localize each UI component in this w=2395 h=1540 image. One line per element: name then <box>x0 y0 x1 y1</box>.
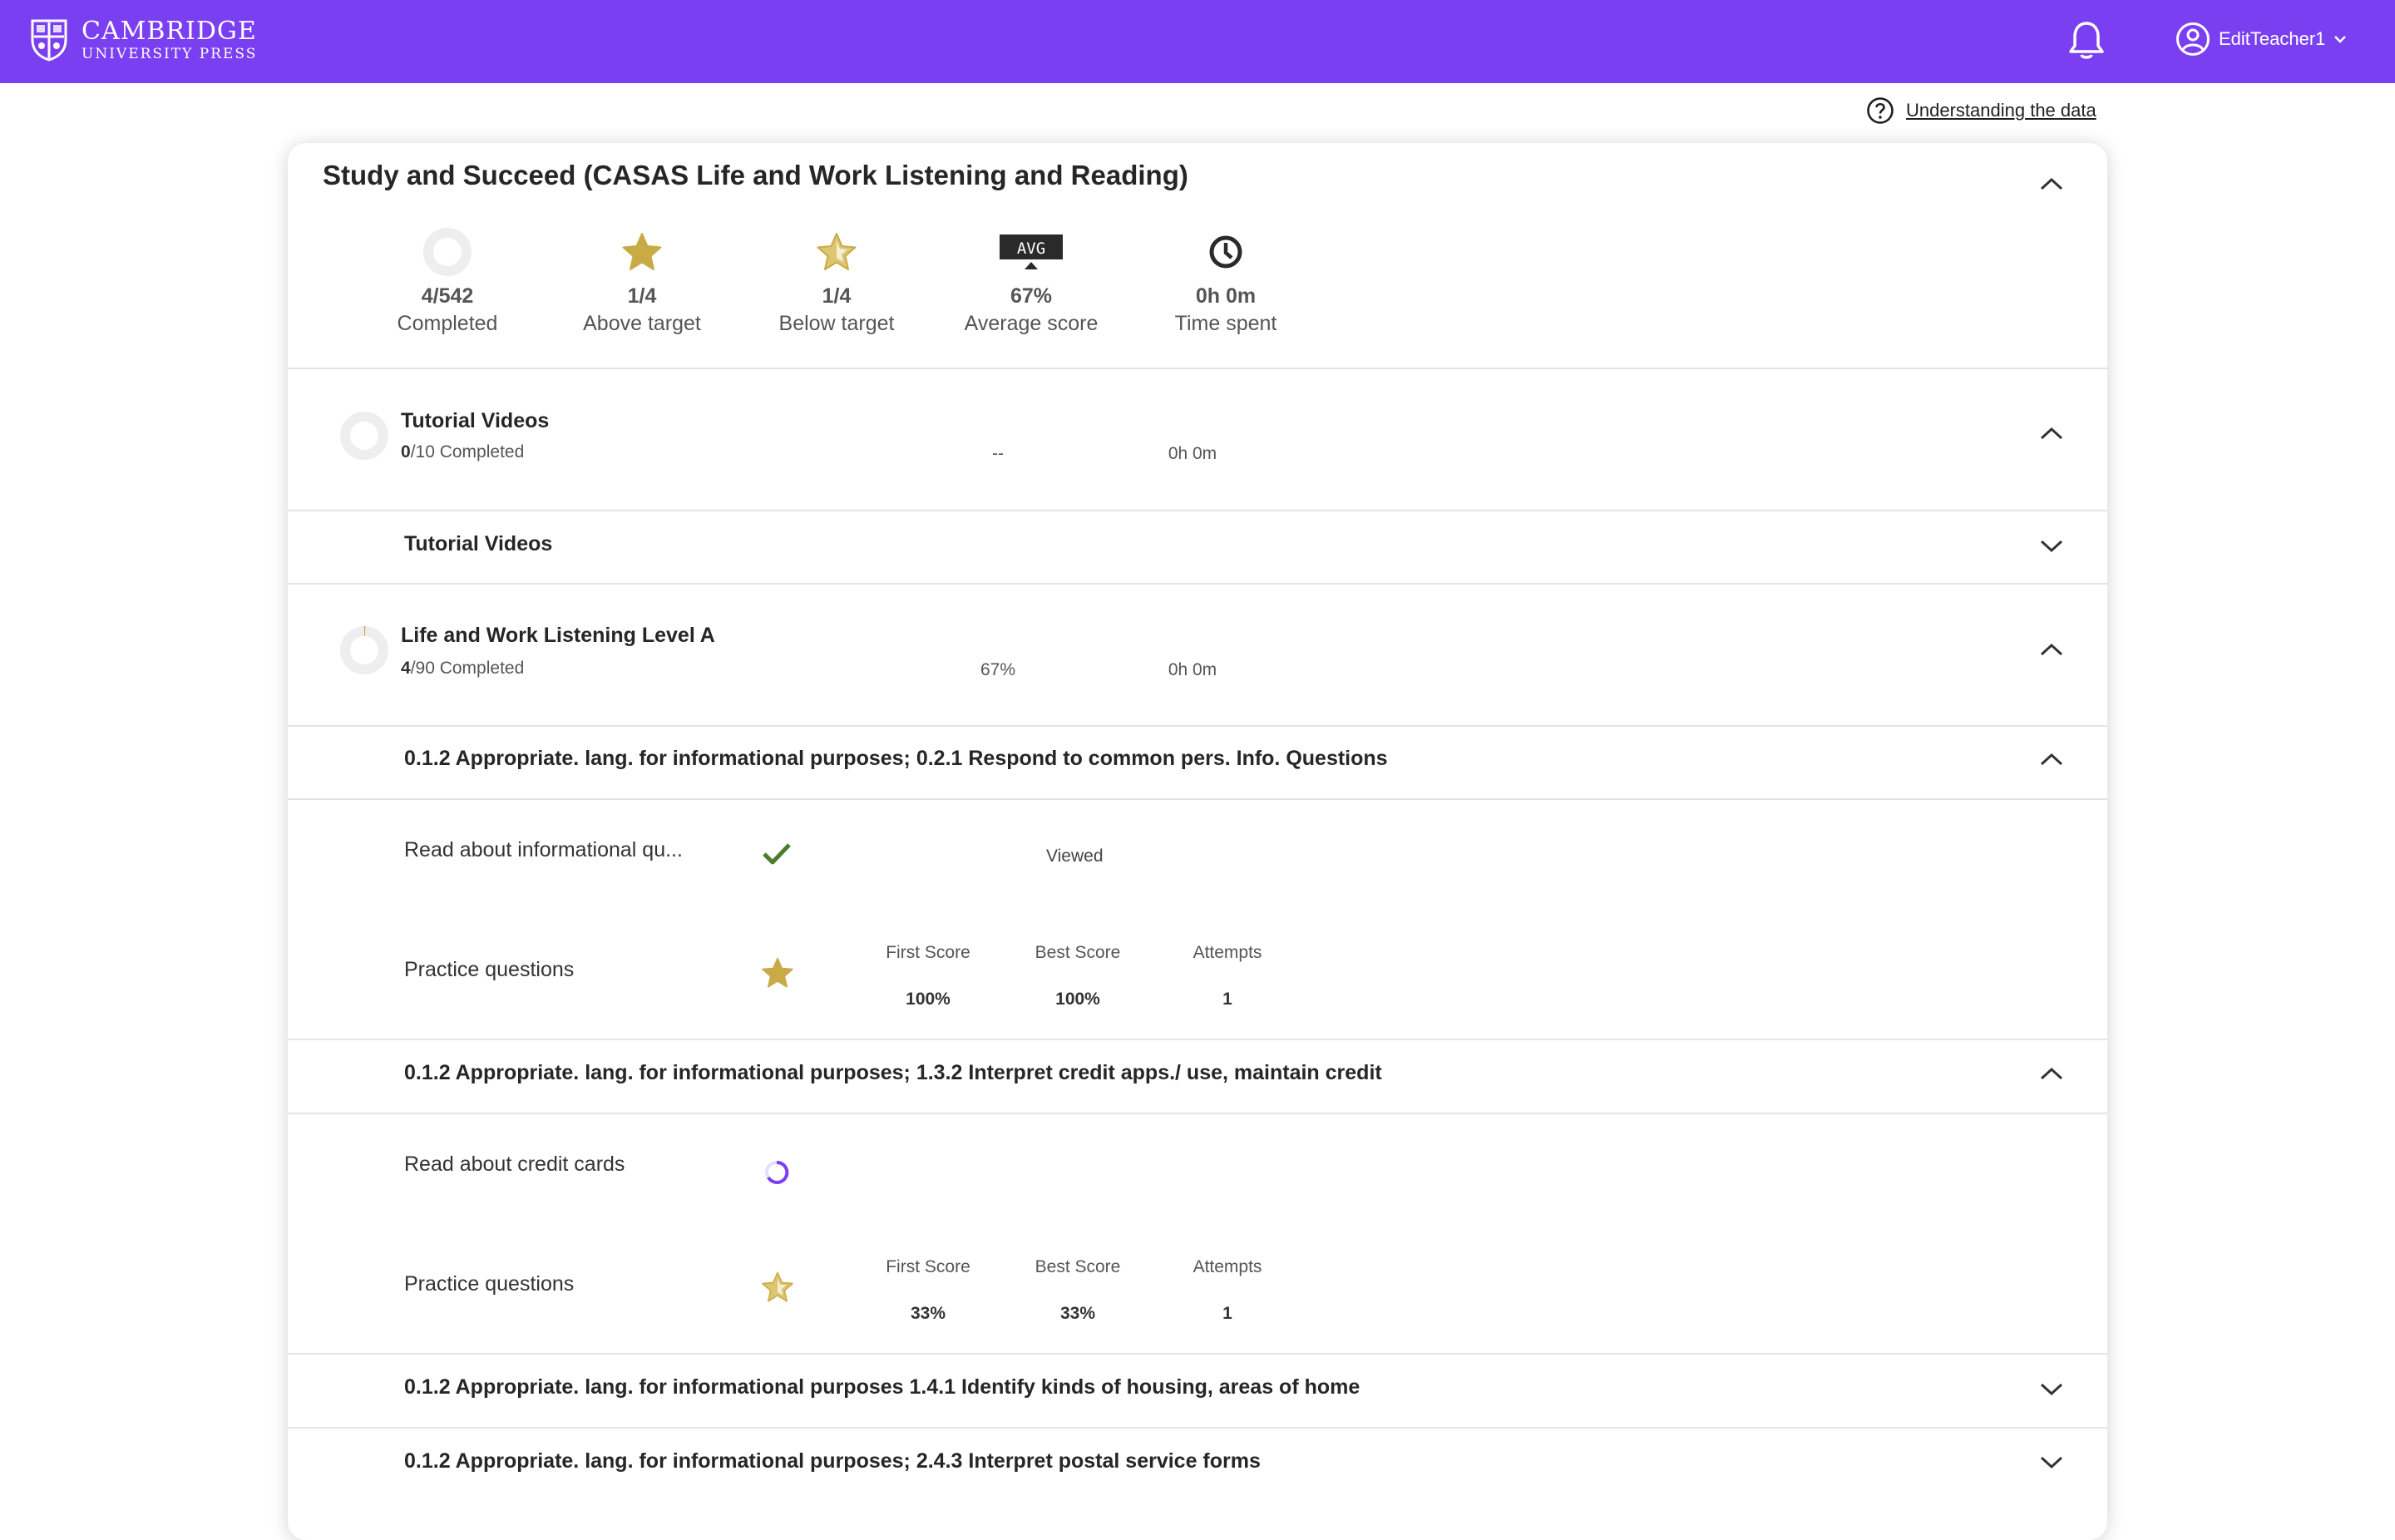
user-avatar-icon <box>2176 22 2210 56</box>
unit-total-label: /90 Completed <box>410 659 525 678</box>
unit-progress: 4/90 Completed <box>401 659 524 679</box>
stat-above-target-label: Above target <box>583 312 701 335</box>
progress-ring-icon <box>340 412 388 460</box>
collapse-section-chevron-up-icon[interactable] <box>2039 1066 2064 1081</box>
activity-status: Viewed <box>1046 847 1104 866</box>
first-score-value: 100% <box>906 990 951 1009</box>
stat-above-target: 1/4 Above target <box>559 223 725 336</box>
stat-average-score-value: 67% <box>1010 284 1053 308</box>
course-title: Study and Succeed (CASAS Life and Work L… <box>323 160 1188 190</box>
divider <box>288 368 2107 369</box>
stat-below-target-value: 1/4 <box>822 284 852 308</box>
section-title[interactable]: 0.1.2 Appropriate. lang. for information… <box>404 747 1388 771</box>
brand-name: CAMBRIDGE <box>81 16 257 46</box>
help-icon <box>1867 97 1894 124</box>
progress-ring-icon <box>423 228 472 276</box>
course-card: Study and Succeed (CASAS Life and Work L… <box>288 143 2107 1540</box>
expand-section-chevron-down-icon[interactable] <box>2039 1455 2064 1470</box>
best-score-header: Best Score <box>1035 1257 1121 1276</box>
divider <box>288 798 2107 800</box>
first-score-header: First Score <box>886 1257 970 1276</box>
stat-below-target: 1/4 Below target <box>753 223 920 336</box>
stat-average-score-label: Average score <box>964 312 1099 335</box>
stat-completed-value: 4/542 <box>421 284 474 308</box>
stat-below-target-label: Below target <box>778 312 895 335</box>
stat-completed-label: Completed <box>397 312 498 335</box>
section-title[interactable]: 0.1.2 Appropriate. lang. for information… <box>404 1449 1261 1473</box>
unit-time: 0h 0m <box>1168 660 1217 679</box>
progress-ring-icon <box>340 625 388 674</box>
unit-time: 0h 0m <box>1168 444 1217 463</box>
section-title[interactable]: 0.1.2 Appropriate. lang. for information… <box>404 1375 1360 1399</box>
activity-practice-label[interactable]: Practice questions <box>404 958 574 982</box>
half-star-icon <box>817 233 857 270</box>
section-title[interactable]: 0.1.2 Appropriate. lang. for information… <box>404 1061 1382 1085</box>
cambridge-logo[interactable]: CAMBRIDGE UNIVERSITY PRESS <box>30 18 257 62</box>
attempts-header: Attempts <box>1193 1257 1262 1276</box>
divider <box>288 1427 2107 1429</box>
understanding-data-label: Understanding the data <box>1906 100 2096 121</box>
top-bar: CAMBRIDGE UNIVERSITY PRESS EditTeacher1 <box>0 0 2395 83</box>
stat-average-score: AVG 67% Average score <box>948 223 1114 336</box>
divider <box>288 583 2107 585</box>
collapse-section-chevron-up-icon[interactable] <box>2039 752 2064 767</box>
unit-progress: 0/10 Completed <box>401 442 524 462</box>
section-title[interactable]: Tutorial Videos <box>404 532 552 556</box>
collapse-course-chevron-up-icon[interactable] <box>2039 176 2064 191</box>
divider <box>288 1353 2107 1355</box>
activity-read-label[interactable]: Read about credit cards <box>404 1153 625 1177</box>
clock-icon <box>1209 235 1242 269</box>
unit-total-label: /10 Completed <box>410 442 525 462</box>
best-score-value: 33% <box>1059 1304 1096 1323</box>
checkmark-icon <box>763 843 791 865</box>
unit-done-count: 4 <box>401 659 411 678</box>
star-icon <box>762 957 793 988</box>
attempts-value: 1 <box>1222 1304 1232 1323</box>
expand-section-chevron-down-icon[interactable] <box>2039 539 2064 554</box>
brand-subtitle: UNIVERSITY PRESS <box>81 45 258 62</box>
activity-read-label[interactable]: Read about informational qu... <box>404 838 683 862</box>
attempts-header: Attempts <box>1193 943 1262 962</box>
stat-completed: 4/542 Completed <box>364 223 531 336</box>
star-icon <box>622 233 662 270</box>
bell-icon <box>2069 22 2104 59</box>
understanding-data-link[interactable]: Understanding the data <box>1866 96 2096 125</box>
best-score-value: 100% <box>1055 990 1100 1009</box>
cambridge-shield-icon <box>31 19 67 62</box>
divider <box>288 725 2107 727</box>
unit-done-count: 0 <box>401 442 411 462</box>
best-score-header: Best Score <box>1035 943 1121 962</box>
stat-time-spent-label: Time spent <box>1174 312 1277 335</box>
unit-title: Life and Work Listening Level A <box>401 624 715 647</box>
stat-above-target-value: 1/4 <box>627 284 657 308</box>
in-progress-spinner-icon <box>765 1160 789 1184</box>
avg-monitor-icon: AVG <box>1000 234 1063 269</box>
attempts-value: 1 <box>1222 990 1232 1009</box>
activity-practice-label[interactable]: Practice questions <box>404 1272 574 1296</box>
stat-time-spent: 0h 0m Time spent <box>1143 223 1309 336</box>
avg-icon-text: AVG <box>1017 239 1045 258</box>
first-score-value: 33% <box>910 1304 946 1323</box>
unit-score: 67% <box>980 660 1016 679</box>
unit-title: Tutorial Videos <box>401 409 550 432</box>
divider <box>288 510 2107 511</box>
collapse-unit-chevron-up-icon[interactable] <box>2039 426 2064 441</box>
user-name: EditTeacher1 <box>2219 28 2326 49</box>
first-score-header: First Score <box>886 943 970 962</box>
expand-section-chevron-down-icon[interactable] <box>2039 1382 2064 1397</box>
user-menu[interactable]: EditTeacher1 <box>2175 22 2347 57</box>
collapse-unit-chevron-up-icon[interactable] <box>2039 642 2064 657</box>
divider <box>288 1113 2107 1114</box>
divider <box>288 1039 2107 1040</box>
stat-time-spent-value: 0h 0m <box>1195 284 1257 308</box>
unit-score: -- <box>992 444 1004 463</box>
chevron-down-icon <box>2334 36 2347 43</box>
half-star-icon <box>762 1271 793 1302</box>
notifications-button[interactable] <box>2067 20 2106 63</box>
